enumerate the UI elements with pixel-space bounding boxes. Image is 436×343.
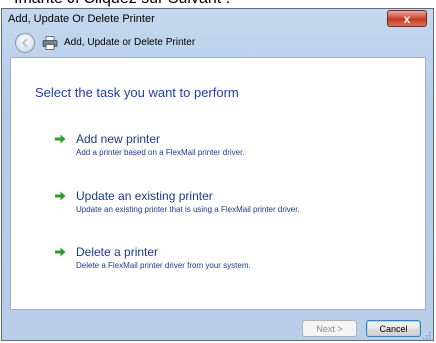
task-delete-printer[interactable]: Delete a printer Delete a FlexMail print… [55,245,395,275]
button-bar: Next > Cancel [2,310,433,342]
task-description: Delete a FlexMail printer driver from yo… [76,261,251,270]
page-heading: Select the task you want to perform [35,85,239,100]
dialog-window: Add, Update Or Delete Printer x Add, Upd… [1,8,434,341]
task-description: Update an existing printer that is using… [76,205,300,214]
close-icon: x [403,11,411,26]
green-arrow-icon [55,247,66,257]
task-title[interactable]: Update an existing printer [76,189,213,203]
wizard-title: Add, Update or Delete Printer [64,37,196,48]
content-panel: Select the task you want to perform Add … [10,57,426,310]
task-title[interactable]: Add new printer [76,132,160,146]
green-arrow-icon [55,191,66,201]
task-update-printer[interactable]: Update an existing printer Update an exi… [55,189,395,219]
window-title: Add, Update Or Delete Printer [8,13,155,25]
background-window-text: Imante Ji Cliquez sur Suivant . [14,0,230,8]
task-add-printer[interactable]: Add new printer Add a printer based on a… [55,132,395,162]
back-arrow-icon [21,38,28,48]
background-window: Imante Ji Cliquez sur Suivant . [0,0,436,8]
resize-grip-icon[interactable] [421,330,431,340]
back-button[interactable] [15,33,35,53]
task-title[interactable]: Delete a printer [76,245,158,259]
title-bar[interactable]: Add, Update Or Delete Printer x [2,9,433,31]
navigation-bar: Add, Update or Delete Printer [2,31,433,57]
printer-icon [42,36,58,50]
task-description: Add a printer based on a FlexMail printe… [76,148,245,157]
next-button[interactable]: Next > [302,320,357,337]
green-arrow-icon [55,134,66,144]
close-button[interactable]: x [387,10,427,27]
cancel-button[interactable]: Cancel [366,320,421,337]
